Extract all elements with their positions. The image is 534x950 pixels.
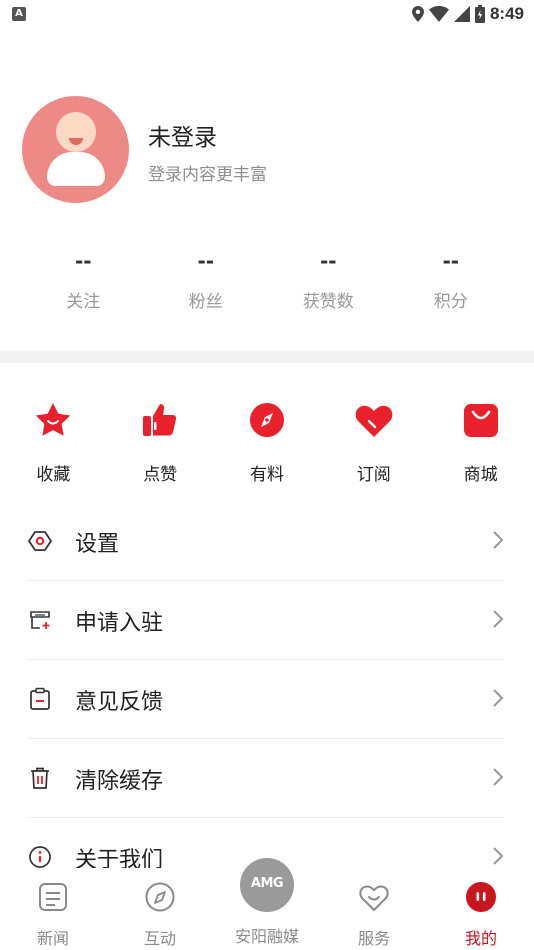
amg-logo[interactable]: AMG xyxy=(240,858,294,912)
shopping-bag-icon xyxy=(463,404,498,437)
battery-icon xyxy=(474,5,485,23)
notification-icon: A xyxy=(12,7,26,21)
location-icon xyxy=(411,6,424,22)
amg-logo-text: AMG xyxy=(250,876,284,891)
stat-points[interactable]: -- 积分 xyxy=(390,245,513,312)
stat-likes[interactable]: -- 获赞数 xyxy=(267,245,390,312)
login-subtitle: 登录内容更丰富 xyxy=(148,165,267,185)
quick-label: 有料 xyxy=(249,465,284,485)
quick-materials[interactable]: 有料 xyxy=(214,400,321,485)
heart-icon xyxy=(359,885,389,911)
stat-follow[interactable]: -- 关注 xyxy=(22,245,145,312)
quick-label: 订阅 xyxy=(356,465,391,485)
tab-label: 我的 xyxy=(464,929,497,948)
menu-label: 申请入驻 xyxy=(75,611,164,636)
signal-icon xyxy=(453,6,470,22)
tab-label: 新闻 xyxy=(36,929,69,948)
stat-label: 积分 xyxy=(433,292,468,312)
quick-subscribe[interactable]: 订阅 xyxy=(320,400,427,485)
tab-news[interactable]: 新闻 xyxy=(0,880,106,949)
quick-actions: 收藏 点赞 有料 订阅 商城 xyxy=(0,400,534,485)
quick-label: 商城 xyxy=(463,465,498,485)
stat-value: -- xyxy=(74,249,92,273)
login-title[interactable]: 未登录 xyxy=(148,118,217,152)
chevron-right-icon xyxy=(493,689,504,707)
stat-fans[interactable]: -- 粉丝 xyxy=(145,245,268,312)
stat-label: 粉丝 xyxy=(188,292,223,312)
store-add-icon xyxy=(30,611,50,629)
chevron-right-icon xyxy=(493,768,504,786)
tab-label: 互动 xyxy=(143,929,176,948)
trash-icon xyxy=(31,767,49,789)
tab-label: 服务 xyxy=(357,929,390,948)
clipboard-icon xyxy=(30,687,50,710)
tab-mine[interactable]: 我的 xyxy=(428,880,534,949)
chevron-right-icon xyxy=(493,531,504,549)
stat-label: 关注 xyxy=(66,292,101,312)
quick-label: 点赞 xyxy=(143,465,178,485)
chevron-right-icon xyxy=(493,610,504,628)
stat-label: 获赞数 xyxy=(302,292,354,312)
settings-icon xyxy=(28,531,52,551)
stat-value: -- xyxy=(197,249,215,273)
menu-item-apply[interactable]: 申请入驻 xyxy=(28,581,504,660)
heart-icon xyxy=(355,405,393,437)
avatar-head xyxy=(56,112,96,152)
menu-item-clear-cache[interactable]: 清除缓存 xyxy=(28,739,504,818)
tab-label[interactable]: 安阳融媒 xyxy=(215,923,319,947)
status-time: 8:49 xyxy=(489,4,524,23)
avatar[interactable] xyxy=(22,96,129,203)
stats-row: -- 关注 -- 粉丝 -- 获赞数 -- 积分 xyxy=(22,245,512,312)
info-icon xyxy=(29,846,51,868)
quick-favorites[interactable]: 收藏 xyxy=(0,400,107,485)
stat-value: -- xyxy=(442,249,460,273)
menu-label: 设置 xyxy=(75,532,120,557)
status-icons: 8:49 xyxy=(411,3,524,25)
star-icon xyxy=(36,403,71,436)
compass-icon xyxy=(249,403,284,437)
menu-label: 意见反馈 xyxy=(75,690,164,715)
tab-services[interactable]: 服务 xyxy=(321,880,427,949)
bottom-tab-bar: 新闻 互动 AMG 安阳融媒 服务 我的 xyxy=(0,858,534,950)
compass-icon xyxy=(145,882,175,912)
quick-mall[interactable]: 商城 xyxy=(427,400,534,485)
chevron-right-icon xyxy=(493,847,504,865)
news-icon xyxy=(39,883,67,911)
wifi-icon xyxy=(428,6,449,22)
menu-label: 清除缓存 xyxy=(75,769,164,794)
section-divider xyxy=(0,351,534,363)
quick-label: 收藏 xyxy=(36,465,71,485)
settings-menu: 设置 申请入驻 意见反馈 清除缓存 关于我们 xyxy=(28,502,504,897)
status-bar: A 8:49 xyxy=(0,0,534,28)
avatar-body xyxy=(47,152,105,186)
menu-item-settings[interactable]: 设置 xyxy=(28,502,504,581)
tab-interact[interactable]: 互动 xyxy=(107,880,213,949)
thumbs-up-icon xyxy=(143,404,177,436)
quick-likes[interactable]: 点赞 xyxy=(107,400,214,485)
stat-value: -- xyxy=(319,249,337,273)
profile-icon xyxy=(466,882,496,912)
menu-item-feedback[interactable]: 意见反馈 xyxy=(28,660,504,739)
